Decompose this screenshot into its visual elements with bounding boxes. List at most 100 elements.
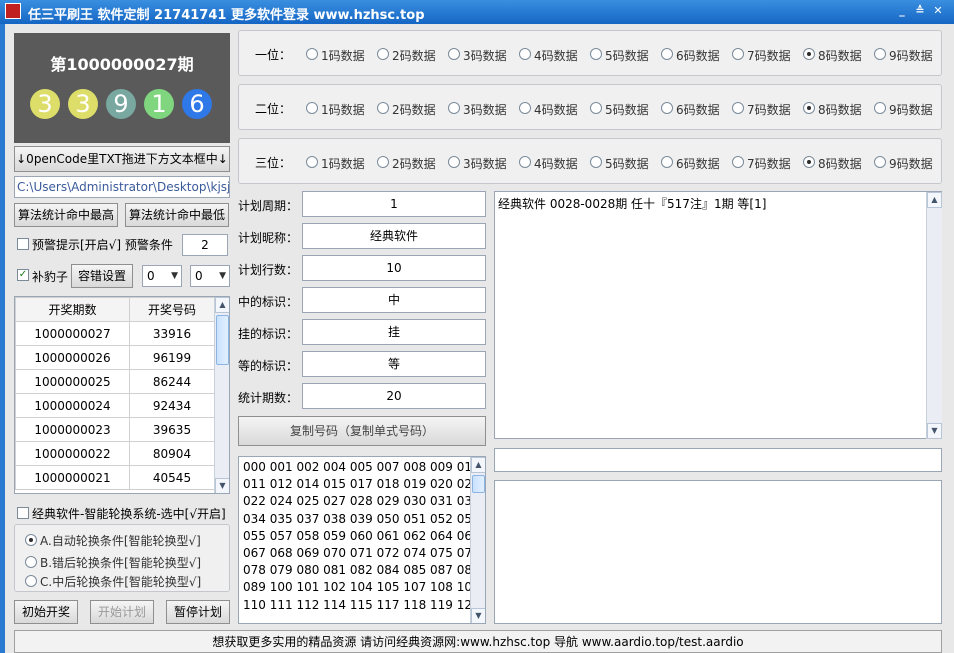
select-a[interactable]: 0 ▼ xyxy=(142,265,182,287)
history-number-cell: 40545 xyxy=(129,465,215,490)
history-header[interactable]: 开奖期数 xyxy=(15,297,130,322)
position-option-radio[interactable] xyxy=(803,156,815,168)
scroll-down-icon[interactable]: ▼ xyxy=(927,423,942,439)
bao-checkbox[interactable]: ✓ xyxy=(17,269,29,281)
stat-high-button[interactable]: 算法统计命中最高 xyxy=(14,203,118,227)
history-scrollbar[interactable]: ▲ ▼ xyxy=(214,297,229,493)
codes-scrollbar[interactable]: ▲ ▼ xyxy=(470,457,485,623)
position-option-radio[interactable] xyxy=(448,156,460,168)
position-option-radio[interactable] xyxy=(377,102,389,114)
position-option-label: 5码数据 xyxy=(605,103,649,117)
rotate-option-a-radio[interactable] xyxy=(25,534,37,546)
history-row[interactable]: 1000000027 33916 xyxy=(15,321,215,346)
output-textarea[interactable] xyxy=(494,480,942,624)
position-option-radio[interactable] xyxy=(803,48,815,60)
history-row[interactable]: 1000000023 39635 xyxy=(15,417,215,442)
single-line-input[interactable] xyxy=(494,448,942,472)
position-option-label: 5码数据 xyxy=(605,49,649,63)
position-option-radio[interactable] xyxy=(732,102,744,114)
scroll-down-icon[interactable]: ▼ xyxy=(471,608,485,623)
history-period-cell: 1000000021 xyxy=(15,465,130,490)
position-option-radio[interactable] xyxy=(519,102,531,114)
position-option-radio[interactable] xyxy=(732,48,744,60)
init-draw-button[interactable]: 初始开奖 xyxy=(14,600,78,624)
result-textarea[interactable]: 经典软件 0028-0028期 任十『517注』1期 等[1] ▲ ▼ xyxy=(494,191,942,439)
scroll-up-icon[interactable]: ▲ xyxy=(927,192,942,208)
position-option-radio[interactable] xyxy=(590,102,602,114)
position-option-radio[interactable] xyxy=(874,102,886,114)
codes-textarea[interactable]: 000 001 002 004 005 007 008 009 010 011 0… xyxy=(238,456,486,624)
position-option-radio[interactable] xyxy=(306,48,318,60)
draw-panel: 第1000000027期 3 3 9 1 6 xyxy=(14,33,230,143)
start-plan-button[interactable]: 开始计划 xyxy=(90,600,154,624)
history-row[interactable]: 1000000026 96199 xyxy=(15,345,215,370)
position-option-radio[interactable] xyxy=(661,48,673,60)
position-option-label: 8码数据 xyxy=(818,49,862,63)
opencode-hint-button[interactable]: ↓0penCode里TXT拖进下方文本框中↓ xyxy=(14,146,230,172)
position-option-radio[interactable] xyxy=(448,48,460,60)
maximize-button[interactable]: ≙ xyxy=(912,3,928,19)
minimize-button[interactable]: _ xyxy=(894,3,910,19)
position-option-radio[interactable] xyxy=(803,102,815,114)
window-title: 任三平刷王 软件定制 21741741 更多软件登录 www.hzhsc.top xyxy=(28,8,425,23)
rotate-option-c-radio[interactable] xyxy=(25,575,37,587)
plan-field-input[interactable]: 20 xyxy=(302,383,486,409)
scroll-thumb[interactable] xyxy=(472,475,485,493)
history-row[interactable]: 1000000021 40545 xyxy=(15,465,215,490)
plan-field-label: 中的标识： xyxy=(238,295,299,309)
plan-field-input[interactable]: 经典软件 xyxy=(302,223,486,249)
stat-low-button[interactable]: 算法统计命中最低 xyxy=(125,203,229,227)
position-option-radio[interactable] xyxy=(519,156,531,168)
scroll-up-icon[interactable]: ▲ xyxy=(471,457,485,473)
rotate-option-b-radio[interactable] xyxy=(25,556,37,568)
position-label: 一位： xyxy=(255,48,292,62)
copy-codes-button[interactable]: 复制号码（复制单式号码） xyxy=(238,416,486,446)
plan-field-input[interactable]: 等 xyxy=(302,351,486,377)
position-option-radio[interactable] xyxy=(874,156,886,168)
position-option-radio[interactable] xyxy=(306,156,318,168)
history-row[interactable]: 1000000022 80904 xyxy=(15,441,215,466)
position-option-label: 6码数据 xyxy=(676,157,720,171)
tolerance-button[interactable]: 容错设置 xyxy=(71,264,133,288)
position-option-radio[interactable] xyxy=(874,48,886,60)
plan-field-input[interactable]: 10 xyxy=(302,255,486,281)
plan-field-input[interactable]: 中 xyxy=(302,287,486,313)
rotate-checkbox[interactable] xyxy=(17,507,29,519)
close-button[interactable]: ✕ xyxy=(930,3,946,19)
history-number-cell: 80904 xyxy=(129,441,215,466)
scroll-up-icon[interactable]: ▲ xyxy=(215,297,229,313)
path-input[interactable]: C:\Users\Administrator\Desktop\kjsj. xyxy=(14,176,230,198)
result-scrollbar[interactable]: ▲ ▼ xyxy=(926,192,942,439)
history-header[interactable]: 开奖号码 xyxy=(129,297,215,322)
position-option-radio[interactable] xyxy=(377,156,389,168)
warn-checkbox[interactable] xyxy=(17,238,29,250)
plan-field-input[interactable]: 1 xyxy=(302,191,486,217)
history-row[interactable]: 1000000025 86244 xyxy=(15,369,215,394)
draw-ball: 3 xyxy=(68,89,98,119)
position-option-radio[interactable] xyxy=(661,156,673,168)
position-option-radio[interactable] xyxy=(519,48,531,60)
plan-field-label: 计划周期： xyxy=(238,199,299,213)
history-period-cell: 1000000025 xyxy=(15,369,130,394)
position-option-radio[interactable] xyxy=(448,102,460,114)
position-option-radio[interactable] xyxy=(590,156,602,168)
rotate-options-group: A.自动轮换条件[智能轮换型√] B.错后轮换条件[智能轮换型√] C.中后轮换… xyxy=(14,524,230,592)
code-line: 022 024 025 027 028 029 030 031 032 xyxy=(243,494,480,509)
position-option-radio[interactable] xyxy=(377,48,389,60)
scroll-down-icon[interactable]: ▼ xyxy=(215,478,229,493)
pause-plan-button[interactable]: 暂停计划 xyxy=(166,600,230,624)
draw-ball: 9 xyxy=(106,89,136,119)
position-label: 三位： xyxy=(255,156,292,170)
warn-value-input[interactable]: 2 xyxy=(182,234,228,256)
select-b[interactable]: 0 ▼ xyxy=(190,265,230,287)
position-option-radio[interactable] xyxy=(590,48,602,60)
select-b-value: 0 xyxy=(195,269,203,283)
position-option-label: 4码数据 xyxy=(534,49,578,63)
position-option-radio[interactable] xyxy=(306,102,318,114)
position-option-radio[interactable] xyxy=(732,156,744,168)
position-option-radio[interactable] xyxy=(661,102,673,114)
code-line: 078 079 080 081 082 084 085 087 088 xyxy=(243,563,480,578)
plan-field-input[interactable]: 挂 xyxy=(302,319,486,345)
scroll-thumb[interactable] xyxy=(216,315,229,365)
history-row[interactable]: 1000000024 92434 xyxy=(15,393,215,418)
